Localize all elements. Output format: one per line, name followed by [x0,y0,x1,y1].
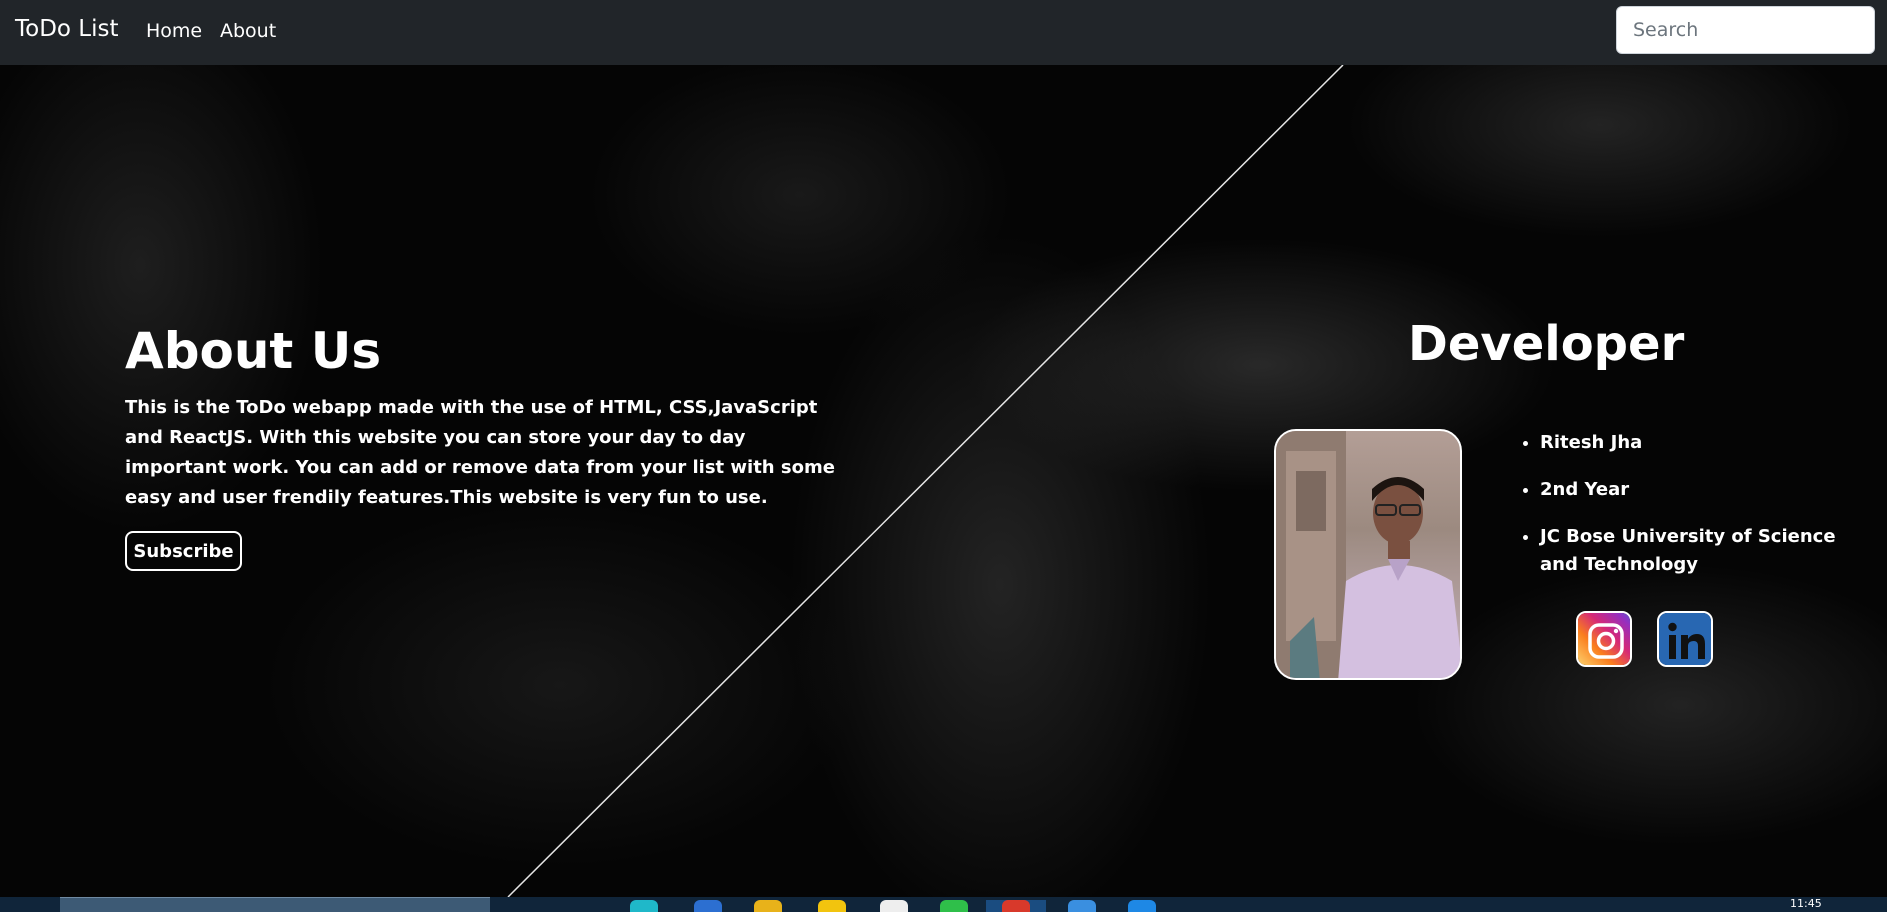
taskbar-clock[interactable]: 11:45 [1790,897,1822,910]
taskbar-app-icon[interactable] [940,900,968,912]
developer-title: Developer [1408,316,1685,372]
linkedin-icon[interactable] [1657,611,1713,667]
taskbar-vscode-icon[interactable] [1128,900,1156,912]
nav-link-home[interactable]: Home [146,20,202,42]
taskbar-search-box[interactable] [60,897,490,912]
developer-university: JC Bose University of Science and Techno… [1540,523,1860,579]
nav-link-about[interactable]: About [220,20,276,42]
search-input[interactable] [1616,6,1875,54]
subscribe-button[interactable]: Subscribe [125,531,242,571]
developer-photo [1274,429,1462,680]
navbar: ToDo List Home About [0,0,1887,65]
taskbar-app-icon[interactable] [818,900,846,912]
about-description: This is the ToDo webapp made with the us… [125,397,835,508]
about-title: About Us [125,322,382,380]
hero-section: About Us This is the ToDo webapp made wi… [0,65,1887,897]
taskbar-app-icon[interactable] [694,900,722,912]
taskbar-folder-icon[interactable] [754,900,782,912]
developer-details: Ritesh Jha 2nd Year JC Bose University o… [1540,429,1860,598]
taskbar-app-icon[interactable] [880,900,908,912]
taskbar-chrome-icon[interactable] [1002,900,1030,912]
taskbar-app-icon[interactable] [1068,900,1096,912]
taskbar-app-icon[interactable] [630,900,658,912]
instagram-icon[interactable] [1576,611,1632,667]
developer-year: 2nd Year [1540,476,1860,504]
brand-link[interactable]: ToDo List [15,16,119,42]
taskbar: 11:45 [0,897,1887,912]
developer-name: Ritesh Jha [1540,429,1860,457]
